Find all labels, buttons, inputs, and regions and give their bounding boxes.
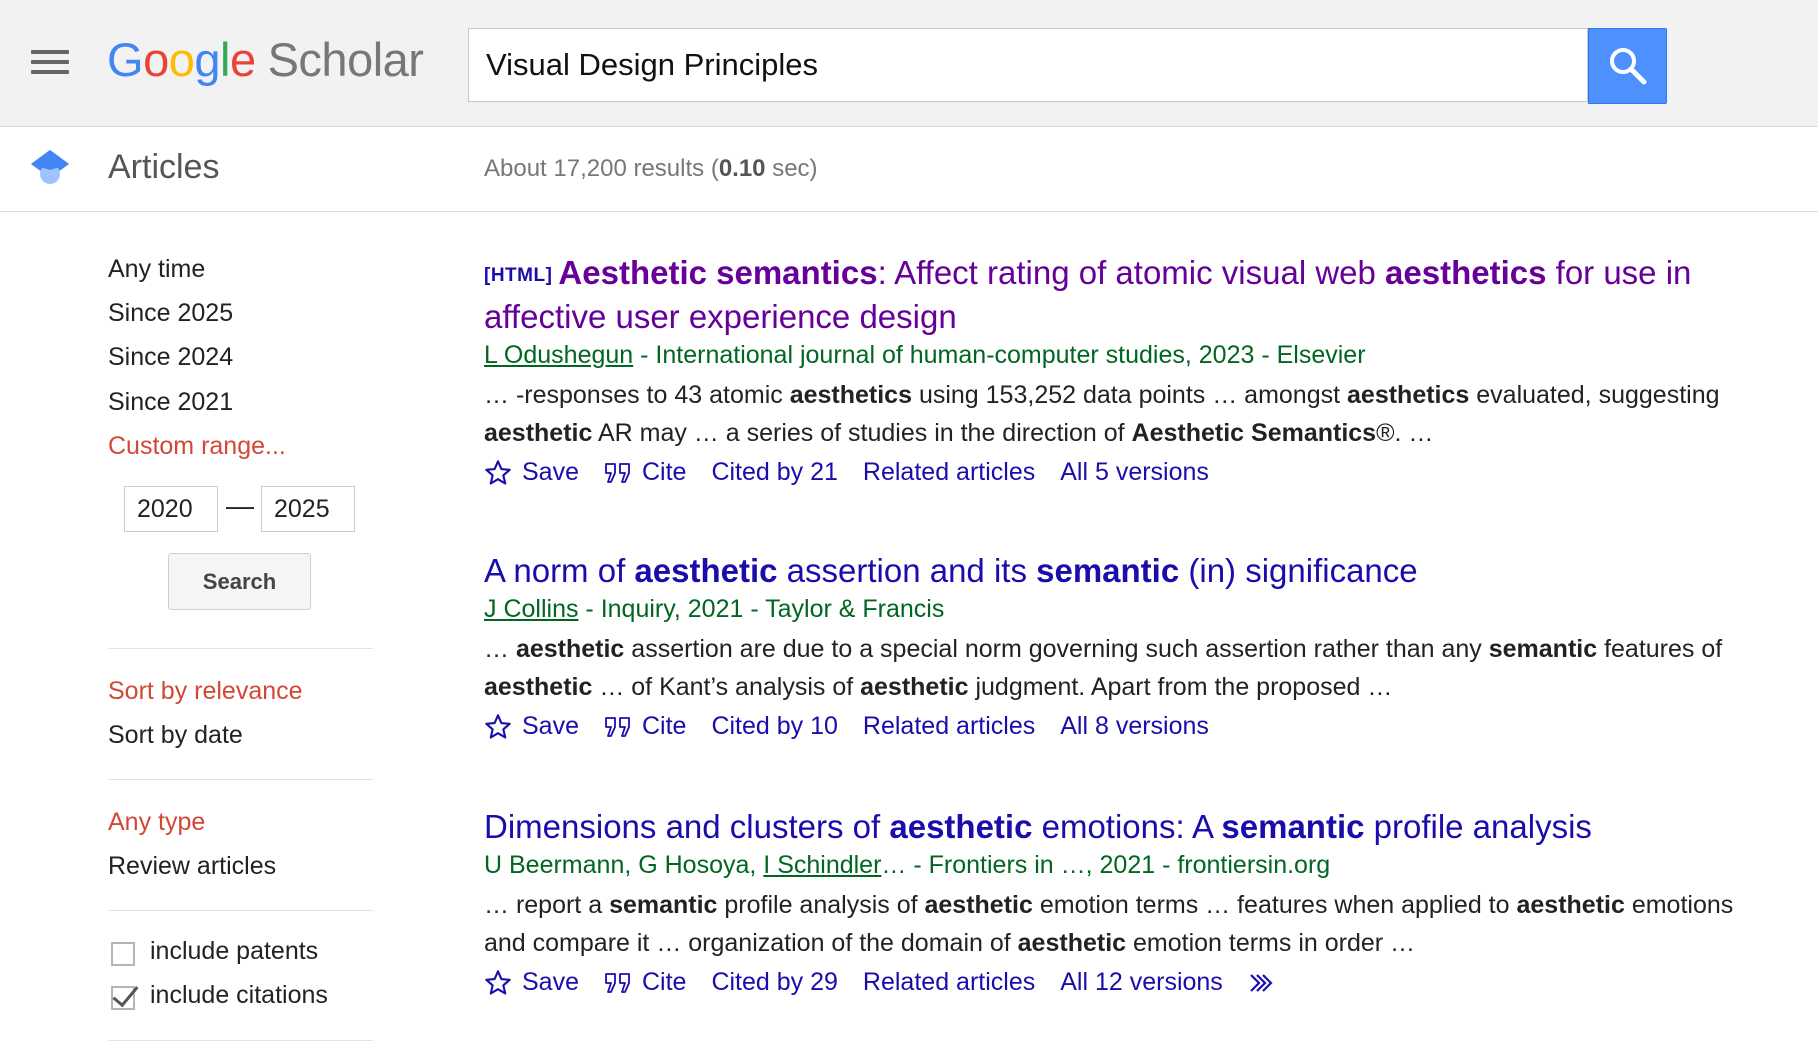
cite-button[interactable]: Cite	[604, 712, 686, 741]
sidebar-divider	[108, 1040, 373, 1041]
google-scholar-logo[interactable]: Google Scholar	[107, 32, 424, 87]
more-actions-button[interactable]	[1248, 971, 1288, 995]
related-articles-link[interactable]: Related articles	[863, 458, 1035, 487]
result-meta: L Odushegun - International journal of h…	[484, 341, 1366, 369]
all-versions-link[interactable]: All 8 versions	[1060, 712, 1209, 741]
filter-since-2021[interactable]: Since 2021	[108, 388, 233, 417]
cite-button[interactable]: Cite	[604, 458, 686, 487]
top-bar: Google Scholar	[0, 0, 1818, 127]
search-button[interactable]	[1588, 28, 1667, 104]
star-outline-icon	[485, 459, 511, 485]
range-to-input[interactable]	[261, 486, 355, 532]
result-meta: U Beermann, G Hosoya, I Schindler… - Fro…	[484, 851, 1331, 879]
author-link[interactable]: L Odushegun	[484, 341, 633, 369]
star-outline-icon	[485, 713, 511, 739]
related-articles-link[interactable]: Related articles	[863, 712, 1035, 741]
filter-since-2024[interactable]: Since 2024	[108, 343, 233, 372]
star-outline-icon	[485, 969, 511, 995]
double-chevron-right-icon	[1250, 973, 1273, 992]
save-button[interactable]: Save	[484, 968, 579, 997]
search-box	[468, 28, 1588, 102]
save-button[interactable]: Save	[484, 712, 579, 741]
filter-any-type[interactable]: Any type	[108, 808, 205, 837]
results-stats: About 17,200 results (0.10 sec)	[484, 155, 818, 182]
sort-by-relevance[interactable]: Sort by relevance	[108, 677, 303, 706]
all-versions-link[interactable]: All 5 versions	[1060, 458, 1209, 487]
author-link[interactable]: J Collins	[484, 595, 578, 623]
cite-button[interactable]: Cite	[604, 968, 686, 997]
save-button[interactable]: Save	[484, 458, 579, 487]
range-search-button[interactable]: Search	[168, 553, 311, 610]
filter-any-time[interactable]: Any time	[108, 255, 205, 284]
result-actions: Save Cite Cited by 21 Related articles A…	[484, 458, 1734, 487]
include-patents-label: include patents	[150, 937, 319, 965]
result-item: [HTML] Aesthetic semantics: Affect rating…	[484, 252, 1734, 487]
cited-by-link[interactable]: Cited by 21	[711, 458, 837, 487]
include-citations-label: include citations	[150, 981, 328, 1009]
author-link[interactable]: I Schindler	[763, 851, 881, 879]
result-item: Dimensions and clusters of aesthetic emo…	[484, 806, 1734, 997]
magnifier-icon	[1610, 48, 1647, 85]
result-item: A norm of aesthetic assertion and its se…	[484, 550, 1734, 741]
sidebar-divider	[108, 910, 373, 911]
cited-by-link[interactable]: Cited by 29	[711, 968, 837, 997]
sort-by-date[interactable]: Sort by date	[108, 721, 243, 750]
result-snippet: … aesthetic assertion are due to a speci…	[484, 635, 1723, 701]
result-title-link[interactable]: A norm of aesthetic assertion and its se…	[484, 550, 1734, 591]
all-versions-link[interactable]: All 12 versions	[1060, 968, 1223, 997]
sidebar-divider	[108, 779, 373, 780]
search-input[interactable]	[469, 29, 1587, 101]
quotation-mark-icon	[605, 462, 630, 483]
range-from-input[interactable]	[124, 486, 218, 532]
section-label-articles: Articles	[108, 148, 220, 186]
filter-custom-range[interactable]: Custom range...	[108, 432, 286, 461]
sidebar-divider	[108, 648, 373, 649]
hamburger-menu-icon[interactable]	[31, 47, 69, 75]
sub-header	[0, 127, 1818, 212]
result-title-link[interactable]: Dimensions and clusters of aesthetic emo…	[484, 806, 1734, 847]
html-tag: [HTML]	[484, 265, 553, 286]
cited-by-link[interactable]: Cited by 10	[711, 712, 837, 741]
filter-review-articles[interactable]: Review articles	[108, 852, 276, 881]
result-title-link[interactable]: [HTML] Aesthetic semantics: Affect rating…	[484, 252, 1734, 337]
quotation-mark-icon	[605, 972, 630, 993]
range-dash: —	[226, 490, 254, 521]
result-snippet: … -responses to 43 atomic aesthetics usi…	[484, 381, 1720, 447]
result-snippet: … report a semantic profile analysis of …	[484, 891, 1734, 957]
related-articles-link[interactable]: Related articles	[863, 968, 1035, 997]
result-actions: Save Cite Cited by 29 Related articles A…	[484, 968, 1734, 997]
graduation-cap-icon	[31, 150, 69, 184]
checkbox-box[interactable]	[111, 986, 135, 1010]
result-actions: Save Cite Cited by 10 Related articles A…	[484, 712, 1734, 741]
quotation-mark-icon	[605, 716, 630, 737]
result-meta: J Collins - Inquiry, 2021 - Taylor & Fra…	[484, 595, 945, 623]
filter-since-2025[interactable]: Since 2025	[108, 299, 233, 328]
checkbox-box[interactable]	[111, 942, 135, 966]
